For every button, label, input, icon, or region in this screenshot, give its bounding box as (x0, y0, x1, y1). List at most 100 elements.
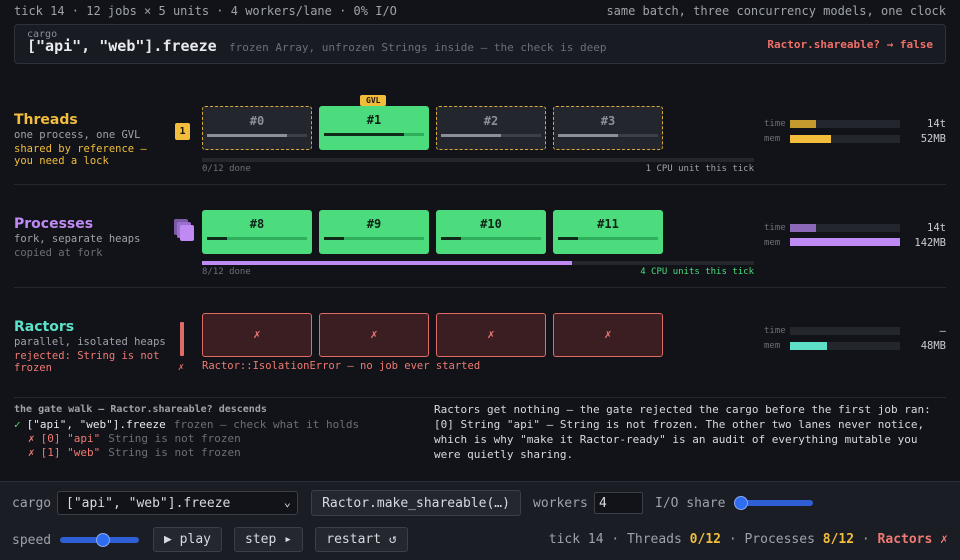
chevron-down-icon: ⌄ (283, 495, 291, 509)
threads-worker-2: #2 (436, 106, 546, 150)
threads-lane-info: Threads one process, one GVL shared by r… (14, 112, 174, 167)
cargo-select[interactable]: ["api", "web"].freeze ⌄ (57, 491, 298, 515)
gate-fail-icon: ✗ (178, 362, 185, 373)
processes-worker-3: #11 (553, 210, 663, 254)
gate-walk-expr: ["api", "web"].freeze (26, 418, 166, 431)
restart-button[interactable]: restart ↺ (315, 527, 408, 552)
ractors-note: rejected: String is not frozen (14, 350, 160, 374)
processes-time-fill (790, 224, 817, 232)
status-threads-label: Threads (627, 532, 682, 547)
check-icon: ✓ (14, 418, 21, 431)
cargo-select-label: cargo (12, 496, 52, 511)
processes-time-label: time (764, 223, 786, 233)
processes-worker-label: #10 (480, 217, 502, 231)
ractors-mem-label: mem (764, 341, 781, 351)
threads-worker-progress (558, 134, 658, 137)
cross-icon: ✗ (28, 432, 35, 445)
threads-worker-3: #3 (553, 106, 663, 150)
gate-walk-lines: ✓ ["api", "web"].freeze frozen — check wha… (14, 418, 414, 460)
status-tick: tick 14 (548, 532, 604, 547)
io-share-slider[interactable] (734, 500, 813, 506)
gate-walk-title: the gate walk — Ractor.shareable? descen… (14, 404, 267, 415)
threads-worker-label: #3 (600, 114, 616, 128)
status-processes-label: Processes (744, 532, 815, 547)
ractors-lane-info: Ractors parallel, isolated heaps rejecte… (14, 319, 174, 374)
gate-walk-note: String is not frozen (108, 446, 241, 459)
threads-worker-0: #0 (202, 106, 312, 150)
threads-worker-label: #2 (483, 114, 499, 128)
threads-worker-label: #0 (249, 114, 265, 128)
threads-worker-label: #1 (366, 113, 382, 127)
processes-worker-0: #8 (202, 210, 312, 254)
processes-worker-1: #9 (319, 210, 429, 254)
threads-progress-track (202, 158, 754, 162)
ractors-time-label: time (764, 326, 786, 336)
ractors-time-value: — (939, 325, 946, 337)
processes-workers: #8 #9 #10 #11 (202, 210, 672, 254)
cargo-panel: cargo ["api", "web"].freeze frozen Array… (14, 24, 946, 64)
gate-walk-line: ✗ [0] "api" String is not frozen (14, 432, 414, 446)
ractors-worker-3: ✗ (553, 313, 663, 357)
control-panel: cargo ["api", "web"].freeze ⌄ Ractor.mak… (0, 481, 960, 560)
step-button[interactable]: step ▸ (234, 527, 303, 552)
processes-mem-bar (790, 238, 900, 246)
speed-slider[interactable] (60, 537, 139, 543)
processes-lane-info: Processes fork, separate heaps copied at… (14, 216, 174, 259)
ractors-subtitle: parallel, isolated heaps (14, 336, 166, 348)
threads-subtitle: one process, one GVL (14, 129, 141, 141)
processes-time-value: 14t (927, 222, 946, 234)
threads-time-label: time (764, 119, 786, 129)
ractors-mem-value: 48MB (920, 340, 946, 352)
threads-worker-progress (207, 134, 307, 137)
processes-worker-progress (441, 237, 541, 240)
threads-worker-1: #1 (319, 106, 429, 150)
workers-label: workers (533, 496, 588, 511)
threads-time-fill (790, 120, 817, 128)
threads-worker-progress (441, 134, 541, 137)
processes-worker-label: #8 (249, 217, 265, 231)
processes-progress-track (202, 261, 754, 265)
top-status-bar: tick 14 · 12 jobs × 5 units · 4 workers/… (14, 4, 946, 20)
status-ractors-value: ✗ (940, 532, 948, 547)
gate-walk-expr: [1] "web" (40, 446, 101, 459)
lane-divider (14, 287, 946, 288)
lane-divider (14, 397, 946, 398)
threads-cpu: 1 CPU unit this tick (645, 164, 754, 174)
processes-cpu: 4 CPU units this tick (640, 267, 754, 277)
processes-worker-label: #11 (597, 217, 619, 231)
make-shareable-button[interactable]: Ractor.make_shareable(…) (311, 490, 521, 516)
processes-note: copied at fork (14, 247, 103, 259)
threads-workers: #0 #1 #2 #3 (202, 106, 672, 150)
cargo-note: frozen Array, unfrozen Strings inside — … (229, 41, 607, 54)
ractors-worker-2: ✗ (436, 313, 546, 357)
status-ractors-label: Ractors (877, 532, 933, 547)
gate-walk-panel: the gate walk — Ractor.shareable? descen… (14, 404, 414, 460)
cargo-value: ["api", "web"].freeze (27, 37, 217, 55)
threads-time-bar (790, 120, 900, 128)
cross-icon: ✗ (28, 446, 35, 459)
status-summary: tick 14 · Threads 0/12 · Processes 8/12 … (548, 532, 948, 547)
workers-input[interactable] (594, 492, 643, 514)
threads-title: Threads (14, 112, 78, 128)
threads-note: shared by reference — you need a lock (14, 143, 147, 167)
ractors-title: Ractors (14, 319, 75, 335)
play-button[interactable]: ▶ play (153, 527, 222, 552)
gate-walk-expr: [0] "api" (40, 432, 101, 445)
processes-mem-fill (790, 238, 900, 246)
gate-walk-note: frozen — check what it holds (173, 418, 360, 431)
gvl-badge: GVL (360, 95, 387, 106)
processes-subtitle: fork, separate heaps (14, 233, 141, 245)
threads-mem-label: mem (764, 134, 781, 144)
ractors-worker-label: ✗ (253, 327, 261, 341)
ractors-error: Ractor::IsolationError — no job ever sta… (202, 360, 481, 372)
ractors-mem-fill (790, 342, 828, 350)
gate-walk-note: String is not frozen (108, 432, 241, 445)
processes-mem-value: 142MB (914, 237, 946, 249)
io-share-label: I/O share (655, 496, 726, 511)
processes-worker-label: #9 (366, 217, 382, 231)
threads-time-value: 14t (927, 118, 946, 130)
stacked-heaps-icon (174, 219, 198, 245)
ractors-worker-1: ✗ (319, 313, 429, 357)
processes-worker-progress (207, 237, 307, 240)
run-summary: tick 14 · 12 jobs × 5 units · 4 workers/… (14, 4, 397, 18)
